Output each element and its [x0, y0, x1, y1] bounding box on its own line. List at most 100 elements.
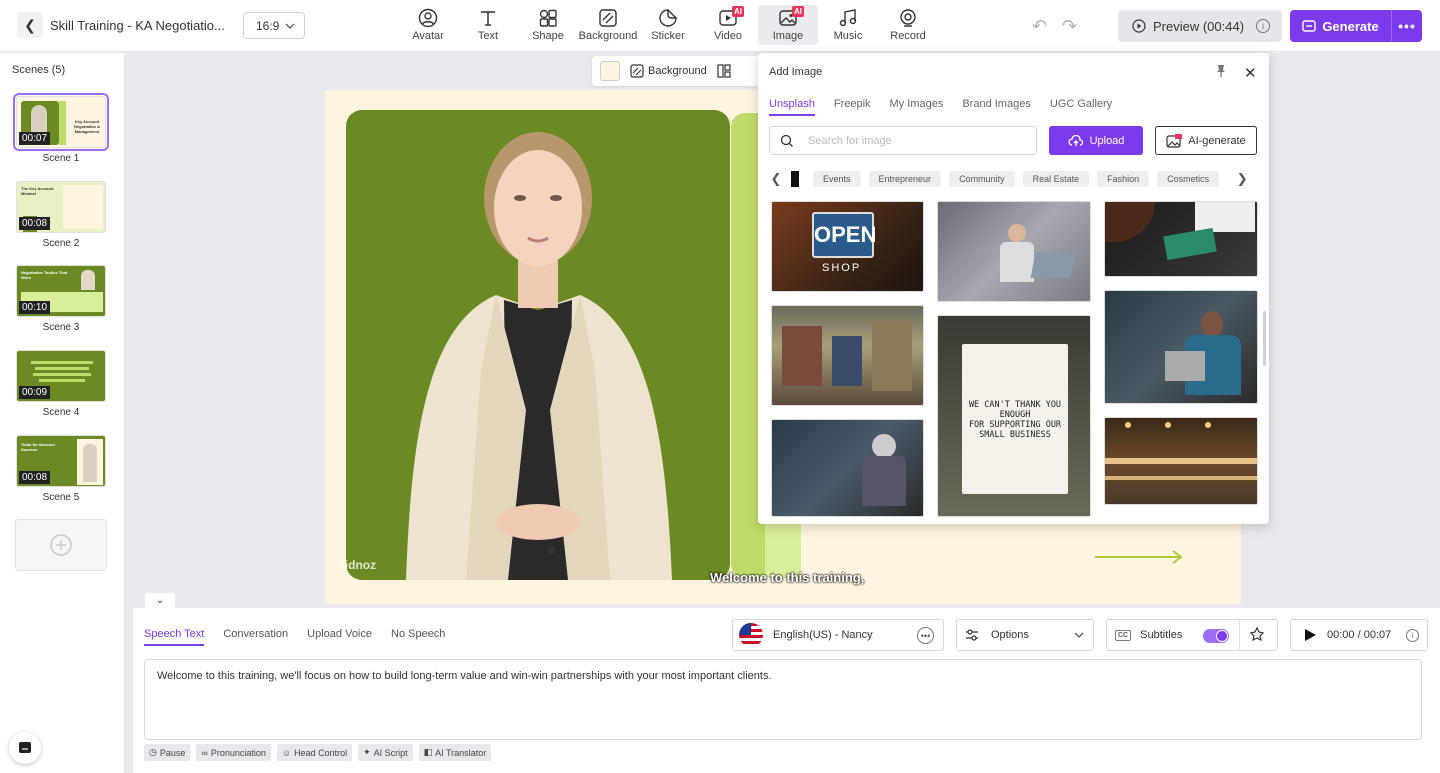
shape-icon	[539, 9, 557, 27]
category-partial[interactable]	[791, 171, 799, 187]
image-thumbnail[interactable]	[1104, 417, 1258, 505]
tab-freepik[interactable]: Freepik	[834, 98, 871, 116]
redo-icon[interactable]: ↷	[1062, 16, 1077, 37]
head-control-button[interactable]: ☺ Head Control	[276, 744, 353, 761]
tool-shape[interactable]: Shape	[518, 5, 578, 45]
project-title[interactable]: Skill Training - KA Negotiatio...	[50, 18, 225, 33]
category-chip[interactable]: Real Estate	[1022, 171, 1090, 187]
scrollbar[interactable]	[1263, 311, 1266, 366]
category-chip[interactable]: Events	[813, 171, 861, 187]
more-options-button[interactable]: •••	[1392, 18, 1422, 34]
tool-text[interactable]: Text	[458, 5, 518, 45]
category-chip[interactable]: Entrepreneur	[868, 171, 942, 187]
play-icon[interactable]	[1303, 628, 1317, 642]
pin-icon[interactable]	[1214, 64, 1228, 78]
info-icon[interactable]: i	[1256, 19, 1270, 33]
shop-sign-text: SHOP	[822, 262, 862, 274]
info-icon[interactable]: i	[1406, 629, 1419, 642]
ai-image-icon	[1166, 133, 1183, 148]
tab-my-images[interactable]: My Images	[890, 98, 944, 116]
scene-item-4[interactable]: 00:09 Scene 4	[16, 350, 106, 418]
undo-icon[interactable]: ↶	[1032, 16, 1047, 37]
tool-sticker[interactable]: Sticker	[638, 5, 698, 45]
chevron-down-icon	[1074, 632, 1084, 638]
add-scene-button[interactable]	[15, 519, 107, 571]
ai-script-icon: ✦	[363, 747, 371, 757]
sliders-icon	[966, 629, 978, 641]
pronunciation-button[interactable]: ∞ Pronunciation	[196, 744, 271, 761]
watermark: Vidnoz	[337, 558, 377, 572]
category-chip[interactable]: Cosmetics	[1157, 171, 1220, 187]
speech-text-input[interactable]: Welcome to this training, we'll focus on…	[144, 659, 1422, 740]
tab-no-speech[interactable]: No Speech	[391, 628, 445, 646]
scene-name: Scene 1	[42, 153, 80, 164]
arrow-right-icon[interactable]	[1093, 549, 1185, 565]
scene-item-2[interactable]: The Key Account Mindset 00:08 Scene 2	[16, 181, 106, 249]
tool-music[interactable]: Music	[818, 5, 878, 45]
layout-icon[interactable]	[717, 64, 731, 78]
ai-generate-button[interactable]: AI-generate	[1155, 126, 1257, 155]
ai-badge: AI	[732, 6, 744, 17]
chevron-left-icon[interactable]: ❮	[769, 171, 783, 187]
tab-unsplash[interactable]: Unsplash	[769, 98, 815, 116]
scene-item-5[interactable]: Tools for Account Success 00:08 Scene 5	[16, 435, 106, 503]
subtitles-toggle[interactable]	[1203, 629, 1229, 643]
scene-thumb-title: Negotiation Tactics That Work	[21, 270, 68, 280]
aspect-ratio-select[interactable]: 16:9	[243, 12, 305, 39]
subtitle-style-icon[interactable]	[1249, 627, 1265, 643]
subtitle-text[interactable]: Welcome to this training,	[710, 570, 864, 585]
tab-conversation[interactable]: Conversation	[223, 628, 288, 646]
category-chip[interactable]: Community	[949, 171, 1015, 187]
tool-background-label: Background	[578, 30, 638, 42]
options-select[interactable]: Options	[956, 619, 1094, 651]
tab-upload-voice[interactable]: Upload Voice	[307, 628, 372, 646]
tool-background[interactable]: Background	[578, 5, 638, 45]
pause-button[interactable]: ◷ Pause	[144, 744, 191, 761]
avatar-frame[interactable]	[346, 110, 730, 580]
scene-item-1[interactable]: Key Account Negotiation & Management 00:…	[13, 93, 109, 164]
search-input[interactable]	[808, 134, 1008, 147]
tool-record[interactable]: Record	[878, 5, 938, 45]
tool-video[interactable]: AI Video	[698, 5, 758, 45]
closed-caption-icon: CC	[1115, 629, 1132, 641]
image-thumbnail[interactable]: OPEN SHOP	[771, 201, 924, 292]
voice-label: English(US) - Nancy	[773, 629, 873, 641]
collapse-button[interactable]: ⌄	[145, 593, 175, 608]
open-sign-text: OPEN	[812, 212, 876, 258]
voice-selector[interactable]: English(US) - Nancy •••	[732, 619, 944, 651]
image-thumbnail[interactable]	[1104, 290, 1258, 404]
support-chat-button[interactable]	[9, 732, 41, 764]
image-thumbnail[interactable]	[1104, 201, 1258, 277]
more-icon[interactable]: •••	[917, 627, 934, 644]
back-button[interactable]: ❮	[17, 12, 43, 38]
image-thumbnail[interactable]	[771, 305, 924, 406]
upload-button[interactable]: Upload	[1049, 126, 1143, 155]
scene-item-3[interactable]: Negotiation Tactics That Work 00:10 Scen…	[16, 265, 106, 333]
chevron-right-icon[interactable]: ❯	[1235, 171, 1249, 187]
close-icon[interactable]: ✕	[1244, 64, 1257, 82]
ai-script-button[interactable]: ✦ AI Script	[358, 744, 413, 761]
avatar-presenter-image[interactable]	[346, 110, 730, 580]
tool-image[interactable]: AI Image	[758, 5, 818, 45]
generate-main-button[interactable]: Generate	[1290, 10, 1392, 42]
tab-brand-images[interactable]: Brand Images	[962, 98, 1030, 116]
playback-time: 00:00 / 00:07	[1327, 629, 1392, 641]
scenes-panel: Scenes (5) Key Account Negotiation & Man…	[0, 53, 125, 773]
tab-speech-text[interactable]: Speech Text	[144, 628, 205, 646]
tool-music-label: Music	[833, 30, 863, 42]
background-color-swatch[interactable]	[600, 61, 620, 81]
tab-ugc-gallery[interactable]: UGC Gallery	[1050, 98, 1112, 116]
image-thumbnail[interactable]	[937, 201, 1091, 302]
clock-icon: ◷	[149, 747, 157, 757]
scene-name: Scene 2	[42, 238, 80, 249]
speech-panel: Speech Text Conversation Upload Voice No…	[133, 608, 1440, 773]
category-chip[interactable]: Fashion	[1097, 171, 1150, 187]
tool-avatar[interactable]: Avatar	[398, 5, 458, 45]
ai-translator-button[interactable]: ◧ AI Translator	[418, 744, 492, 761]
tool-image-label: Image	[772, 30, 804, 42]
image-thumbnail[interactable]: WE CAN'T THANK YOU ENOUGH FOR SUPPORTING…	[937, 315, 1091, 517]
image-thumbnail[interactable]	[771, 419, 924, 517]
background-button[interactable]: Background	[630, 64, 707, 78]
preview-button[interactable]: Preview (00:44) i	[1118, 10, 1282, 42]
scene-duration: 00:10	[19, 301, 51, 314]
